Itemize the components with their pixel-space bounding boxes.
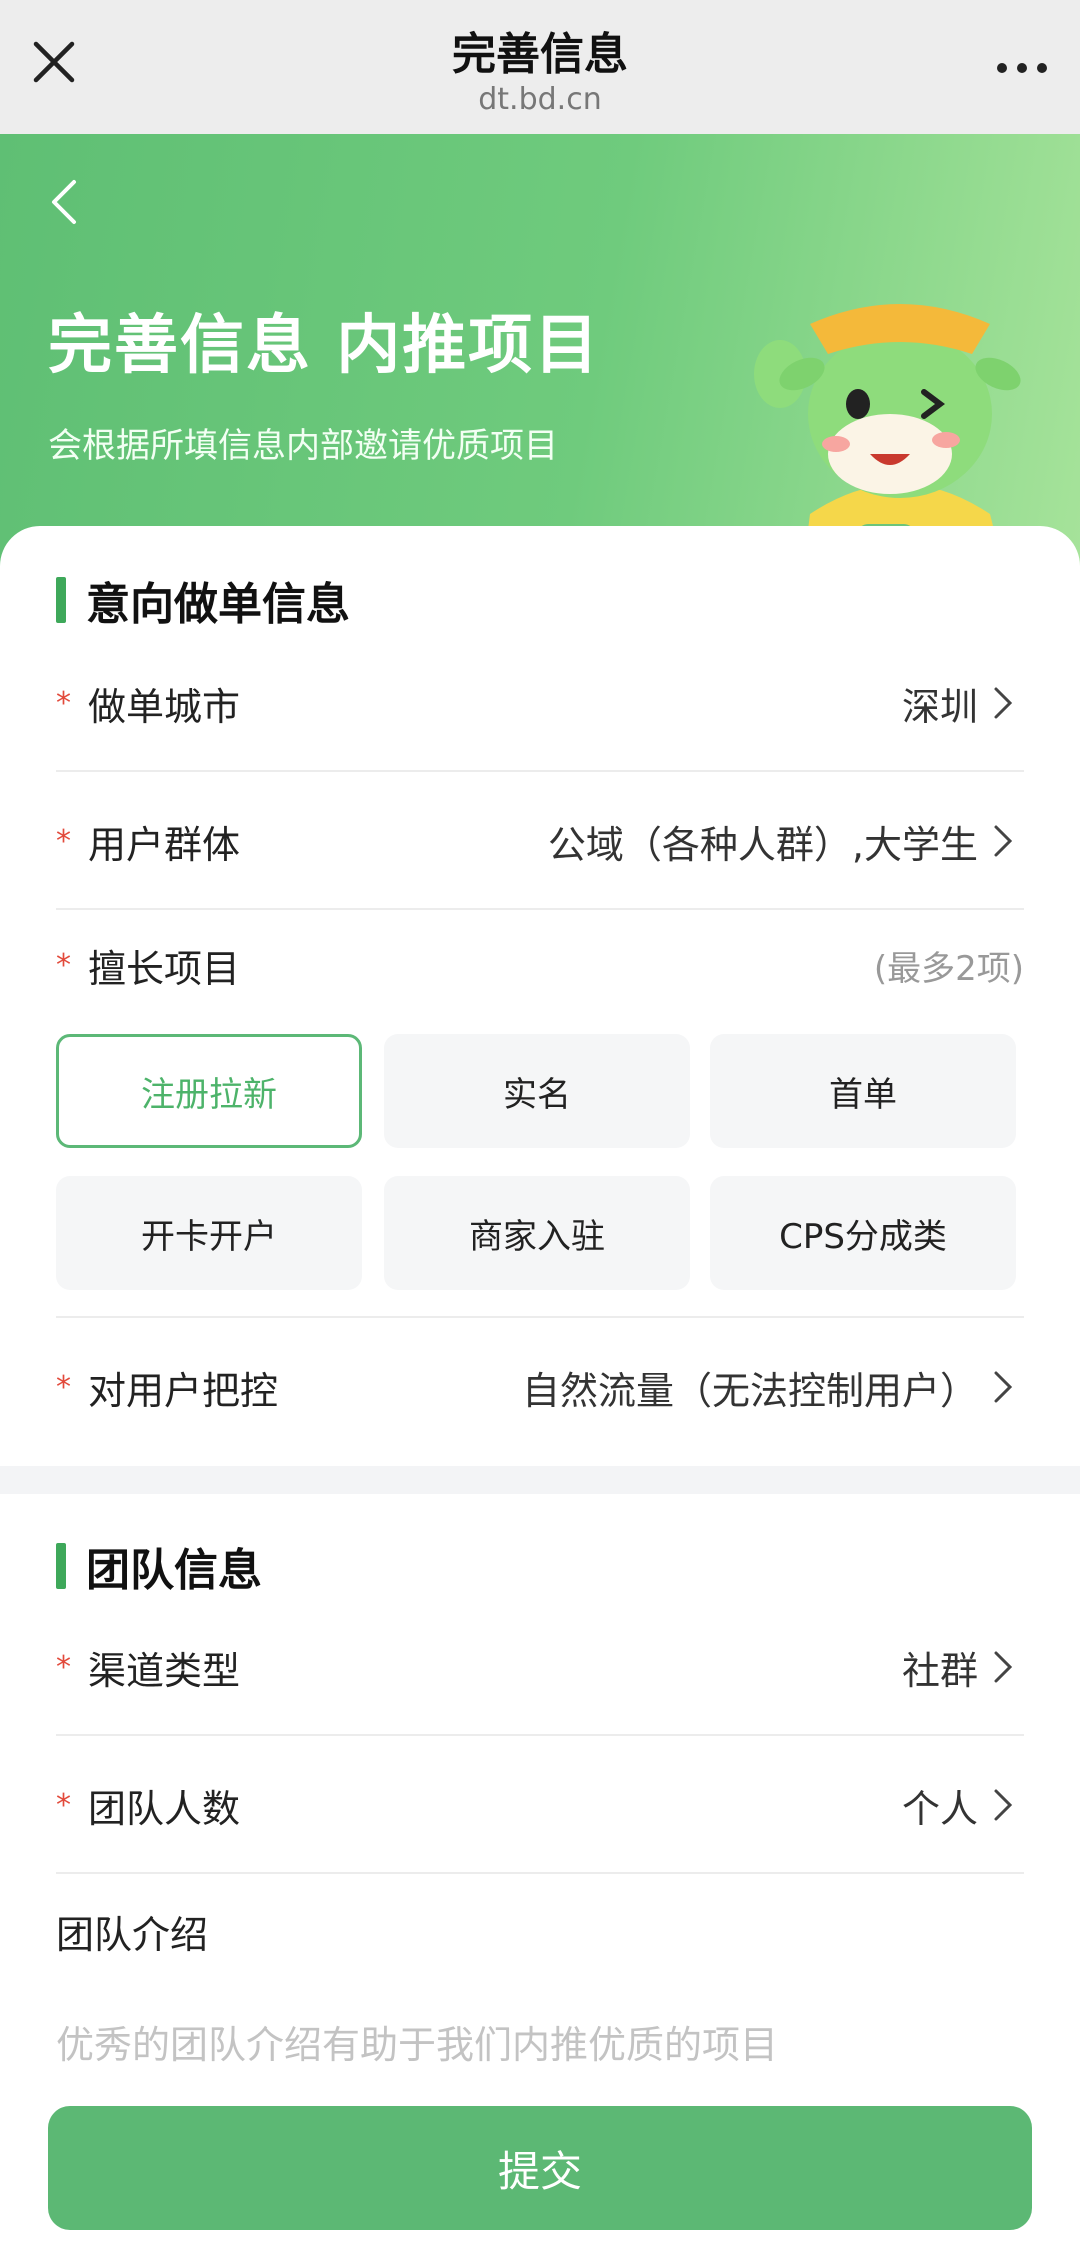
- chevron-right-icon: [994, 1371, 1013, 1403]
- hero-subtitle: 会根据所填信息内部邀请优质项目: [48, 426, 558, 466]
- back-icon[interactable]: [44, 174, 84, 230]
- channel-value: 社群: [901, 1648, 978, 1693]
- hero-banner: 完善信息 内推项目 会根据所填信息内部邀请优质项目 任: [0, 134, 1080, 574]
- required-mark: *: [56, 1369, 71, 1405]
- team-section-title: 团队信息: [86, 1545, 262, 1596]
- chevron-right-icon: [994, 1651, 1013, 1683]
- browser-url: dt.bd.cn: [478, 82, 602, 117]
- team-size-label: 团队人数: [88, 1786, 241, 1831]
- channel-row[interactable]: * 渠道类型 社群: [56, 1598, 1024, 1736]
- browser-bar: 完善信息 dt.bd.cn: [0, 0, 1080, 134]
- intent-card: 意向做单信息 * 做单城市 深圳 * 用户群体 公域（各种人群）,大学生 * 擅: [0, 526, 1080, 1466]
- skill-chip-merchant[interactable]: 商家入驻: [384, 1176, 690, 1290]
- team-intro-label: 团队介绍: [56, 1913, 209, 1957]
- chevron-right-icon: [994, 825, 1013, 857]
- skill-chip-open-card[interactable]: 开卡开户: [56, 1176, 362, 1290]
- section-accent-bar: [56, 1543, 66, 1589]
- required-mark: *: [56, 823, 71, 859]
- city-row[interactable]: * 做单城市 深圳: [56, 634, 1024, 772]
- more-icon[interactable]: [992, 42, 1052, 82]
- team-size-row[interactable]: * 团队人数 个人: [56, 1736, 1024, 1874]
- city-label-wrap: * 做单城市: [56, 634, 240, 772]
- browser-title: 完善信息: [452, 29, 628, 80]
- intent-section-title: 意向做单信息: [86, 579, 350, 630]
- channel-label: 渠道类型: [88, 1648, 241, 1693]
- skill-chip-first-order[interactable]: 首单: [710, 1034, 1016, 1148]
- channel-value-wrap[interactable]: 社群: [902, 1598, 1014, 1736]
- skills-row: * 擅长项目 (最多2项): [56, 910, 1024, 1020]
- city-value: 深圳: [901, 684, 978, 729]
- skills-hint: (最多2项): [873, 948, 1024, 989]
- skills-label: 擅长项目: [88, 946, 241, 991]
- required-mark: *: [56, 685, 71, 721]
- team-size-value-wrap[interactable]: 个人: [902, 1736, 1014, 1874]
- city-label: 做单城市: [88, 684, 241, 729]
- user-group-row[interactable]: * 用户群体 公域（各种人群）,大学生: [56, 772, 1024, 910]
- control-row[interactable]: * 对用户把控 自然流量（无法控制用户）: [56, 1318, 1024, 1456]
- user-group-label: 用户群体: [88, 822, 241, 867]
- section-accent-bar: [56, 577, 66, 623]
- chevron-right-icon: [994, 1789, 1013, 1821]
- chevron-right-icon: [994, 687, 1013, 719]
- intent-section-header: 意向做单信息: [56, 576, 350, 630]
- user-group-value-wrap[interactable]: 公域（各种人群）,大学生: [548, 772, 1014, 910]
- hero-title: 完善信息 内推项目: [48, 309, 601, 383]
- channel-label-wrap: * 渠道类型: [56, 1598, 240, 1736]
- skill-chip-register[interactable]: 注册拉新: [56, 1034, 362, 1148]
- submit-button[interactable]: 提交: [48, 2106, 1032, 2230]
- team-size-label-wrap: * 团队人数: [56, 1736, 240, 1874]
- user-group-label-wrap: * 用户群体: [56, 772, 240, 910]
- control-label-wrap: * 对用户把控: [56, 1318, 278, 1456]
- team-intro-input[interactable]: [56, 2014, 1024, 2094]
- city-value-wrap[interactable]: 深圳: [902, 634, 1014, 772]
- skills-chips: 注册拉新 实名 首单 开卡开户 商家入驻 CPS分成类: [56, 1034, 1024, 1304]
- required-mark: *: [56, 1649, 71, 1685]
- required-mark: *: [56, 947, 71, 983]
- control-label: 对用户把控: [88, 1368, 279, 1413]
- control-value-wrap[interactable]: 自然流量（无法控制用户）: [522, 1318, 1014, 1456]
- required-mark: *: [56, 1787, 71, 1823]
- team-size-value: 个人: [901, 1786, 978, 1831]
- user-group-value: 公域（各种人群）,大学生: [547, 822, 978, 867]
- skill-chip-realname[interactable]: 实名: [384, 1034, 690, 1148]
- control-value: 自然流量（无法控制用户）: [521, 1368, 978, 1413]
- team-section-header: 团队信息: [56, 1542, 262, 1596]
- skills-label-wrap: * 擅长项目: [56, 910, 240, 1020]
- skill-chip-cps[interactable]: CPS分成类: [710, 1176, 1016, 1290]
